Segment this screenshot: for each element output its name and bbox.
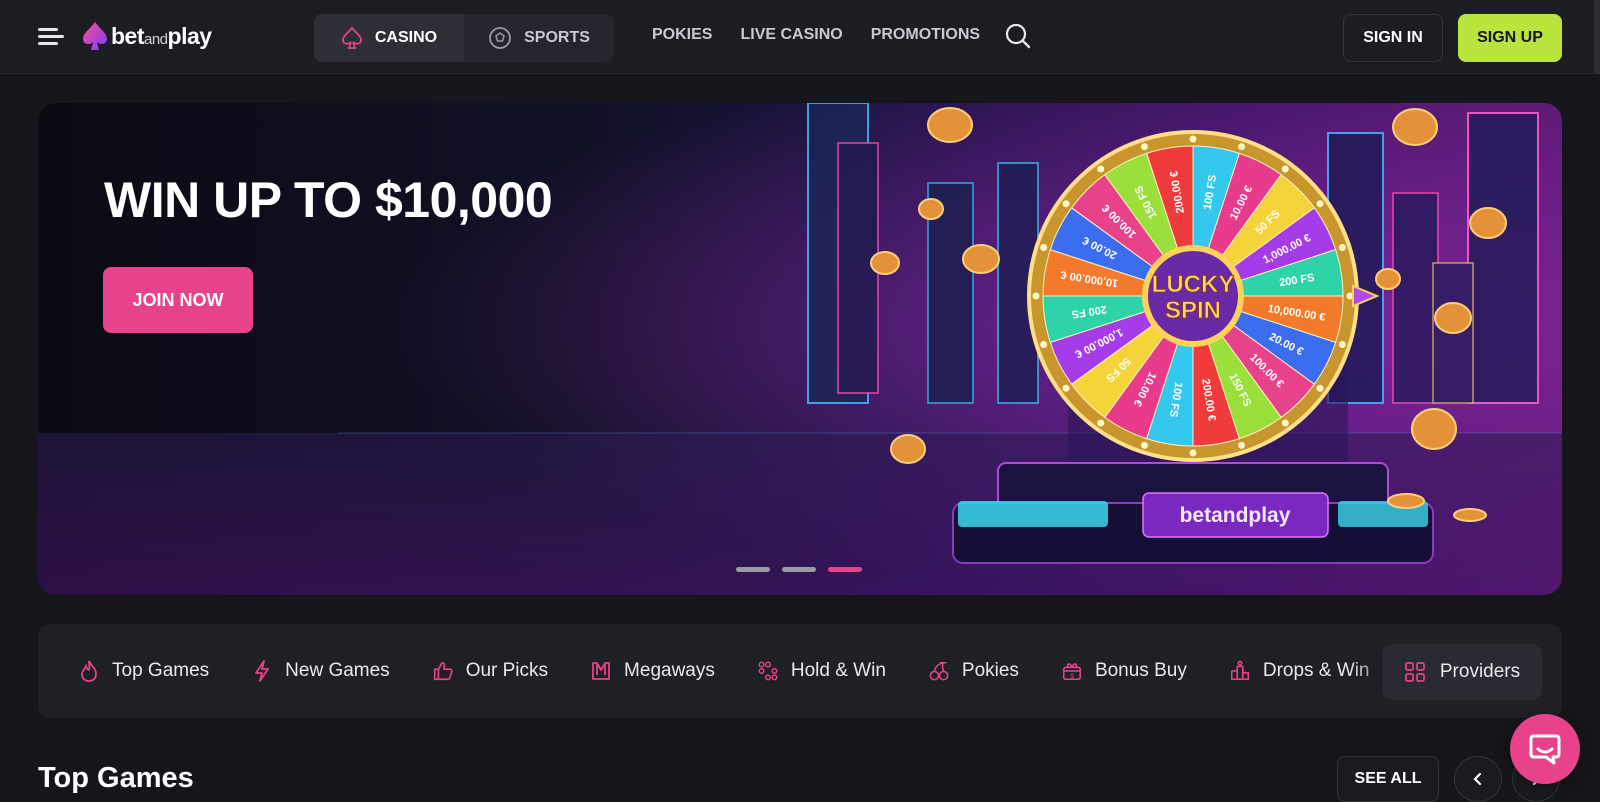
wheel-center-text: LUCKY <box>1152 271 1235 298</box>
wheel-center-text: SPIN <box>1165 297 1221 324</box>
casino-sports-switch: CASINO SPORTS <box>314 14 614 62</box>
category-hold-and-win[interactable]: Hold & Win <box>757 659 886 683</box>
chevron-left-icon <box>1473 772 1482 786</box>
category-bonus-buy[interactable]: $ Bonus Buy <box>1061 659 1187 683</box>
category-bar: Top Games New Games Our Picks Megaways H… <box>38 624 1562 718</box>
category-new-games[interactable]: New Games <box>251 659 390 683</box>
brand-logo[interactable]: betandplay <box>82 18 212 54</box>
spade-logo-icon <box>83 22 107 50</box>
tab-sports-label: SPORTS <box>524 29 590 46</box>
nav-live-casino[interactable]: LIVE CASINO <box>740 26 842 44</box>
search-icon[interactable] <box>1004 22 1032 50</box>
cherries-icon <box>928 659 950 683</box>
category-megaways[interactable]: Megaways <box>590 659 715 683</box>
tab-casino[interactable]: CASINO <box>314 14 464 62</box>
brand-name: betandplay <box>111 22 212 49</box>
sign-up-button[interactable]: SIGN UP <box>1458 14 1562 62</box>
category-list: Top Games New Games Our Picks Megaways H… <box>78 624 1411 718</box>
hamburger-menu-icon[interactable] <box>38 26 64 48</box>
nav-pokies[interactable]: POKIES <box>652 26 712 44</box>
category-label: Megaways <box>624 660 715 681</box>
megaways-icon <box>590 659 612 683</box>
dots-grid-icon <box>757 659 779 683</box>
prev-arrow-button[interactable] <box>1454 756 1502 802</box>
top-header: betandplay CASINO SPORTS POKIES LIVE CAS… <box>0 0 1600 74</box>
gift-icon: $ <box>1061 659 1083 683</box>
top-nav: POKIES LIVE CASINO PROMOTIONS <box>652 26 980 44</box>
category-top-games[interactable]: Top Games <box>78 659 209 683</box>
flame-icon <box>78 659 100 683</box>
category-pokies[interactable]: Pokies <box>928 659 1019 683</box>
hero-title: WIN UP TO $10,000 <box>104 172 553 228</box>
section-title-top-games: Top Games <box>38 762 194 794</box>
lightning-icon <box>251 659 273 683</box>
carousel-dot[interactable] <box>736 567 770 572</box>
soccer-ball-icon <box>488 26 512 50</box>
join-now-button[interactable]: JOIN NOW <box>103 267 253 333</box>
category-our-picks[interactable]: Our Picks <box>432 659 548 683</box>
scrollbar-track[interactable] <box>1594 0 1600 74</box>
spade-icon <box>341 26 363 50</box>
nav-promotions[interactable]: PROMOTIONS <box>871 26 980 44</box>
chat-icon[interactable] <box>1510 714 1580 784</box>
machine-logo-text: betandplay <box>1180 504 1291 527</box>
category-label: Hold & Win <box>790 660 886 681</box>
category-label: Bonus Buy <box>1094 660 1187 681</box>
category-label: New Games <box>285 660 390 681</box>
svg-text:$: $ <box>1070 673 1074 680</box>
tab-sports[interactable]: SPORTS <box>464 14 614 62</box>
category-label: Top Games <box>112 660 210 681</box>
providers-label: Providers <box>1439 661 1521 682</box>
see-all-button[interactable]: SEE ALL <box>1337 756 1439 802</box>
carousel-dot[interactable] <box>782 567 816 572</box>
thumbs-up-icon <box>432 659 454 683</box>
category-label: Pokies <box>961 660 1019 681</box>
carousel-dot-active[interactable] <box>828 567 862 572</box>
hero-banner[interactable]: betandplay 100 FS 10.00 €50 FS 1,000.00 €2… <box>38 103 1562 595</box>
grid-icon <box>1404 661 1426 683</box>
sign-in-button[interactable]: SIGN IN <box>1343 14 1443 62</box>
tab-casino-label: CASINO <box>374 29 438 46</box>
providers-button[interactable]: Providers <box>1382 644 1542 700</box>
carousel-dots <box>736 567 862 572</box>
category-label: Our Picks <box>465 660 549 681</box>
podium-icon <box>1229 659 1251 683</box>
